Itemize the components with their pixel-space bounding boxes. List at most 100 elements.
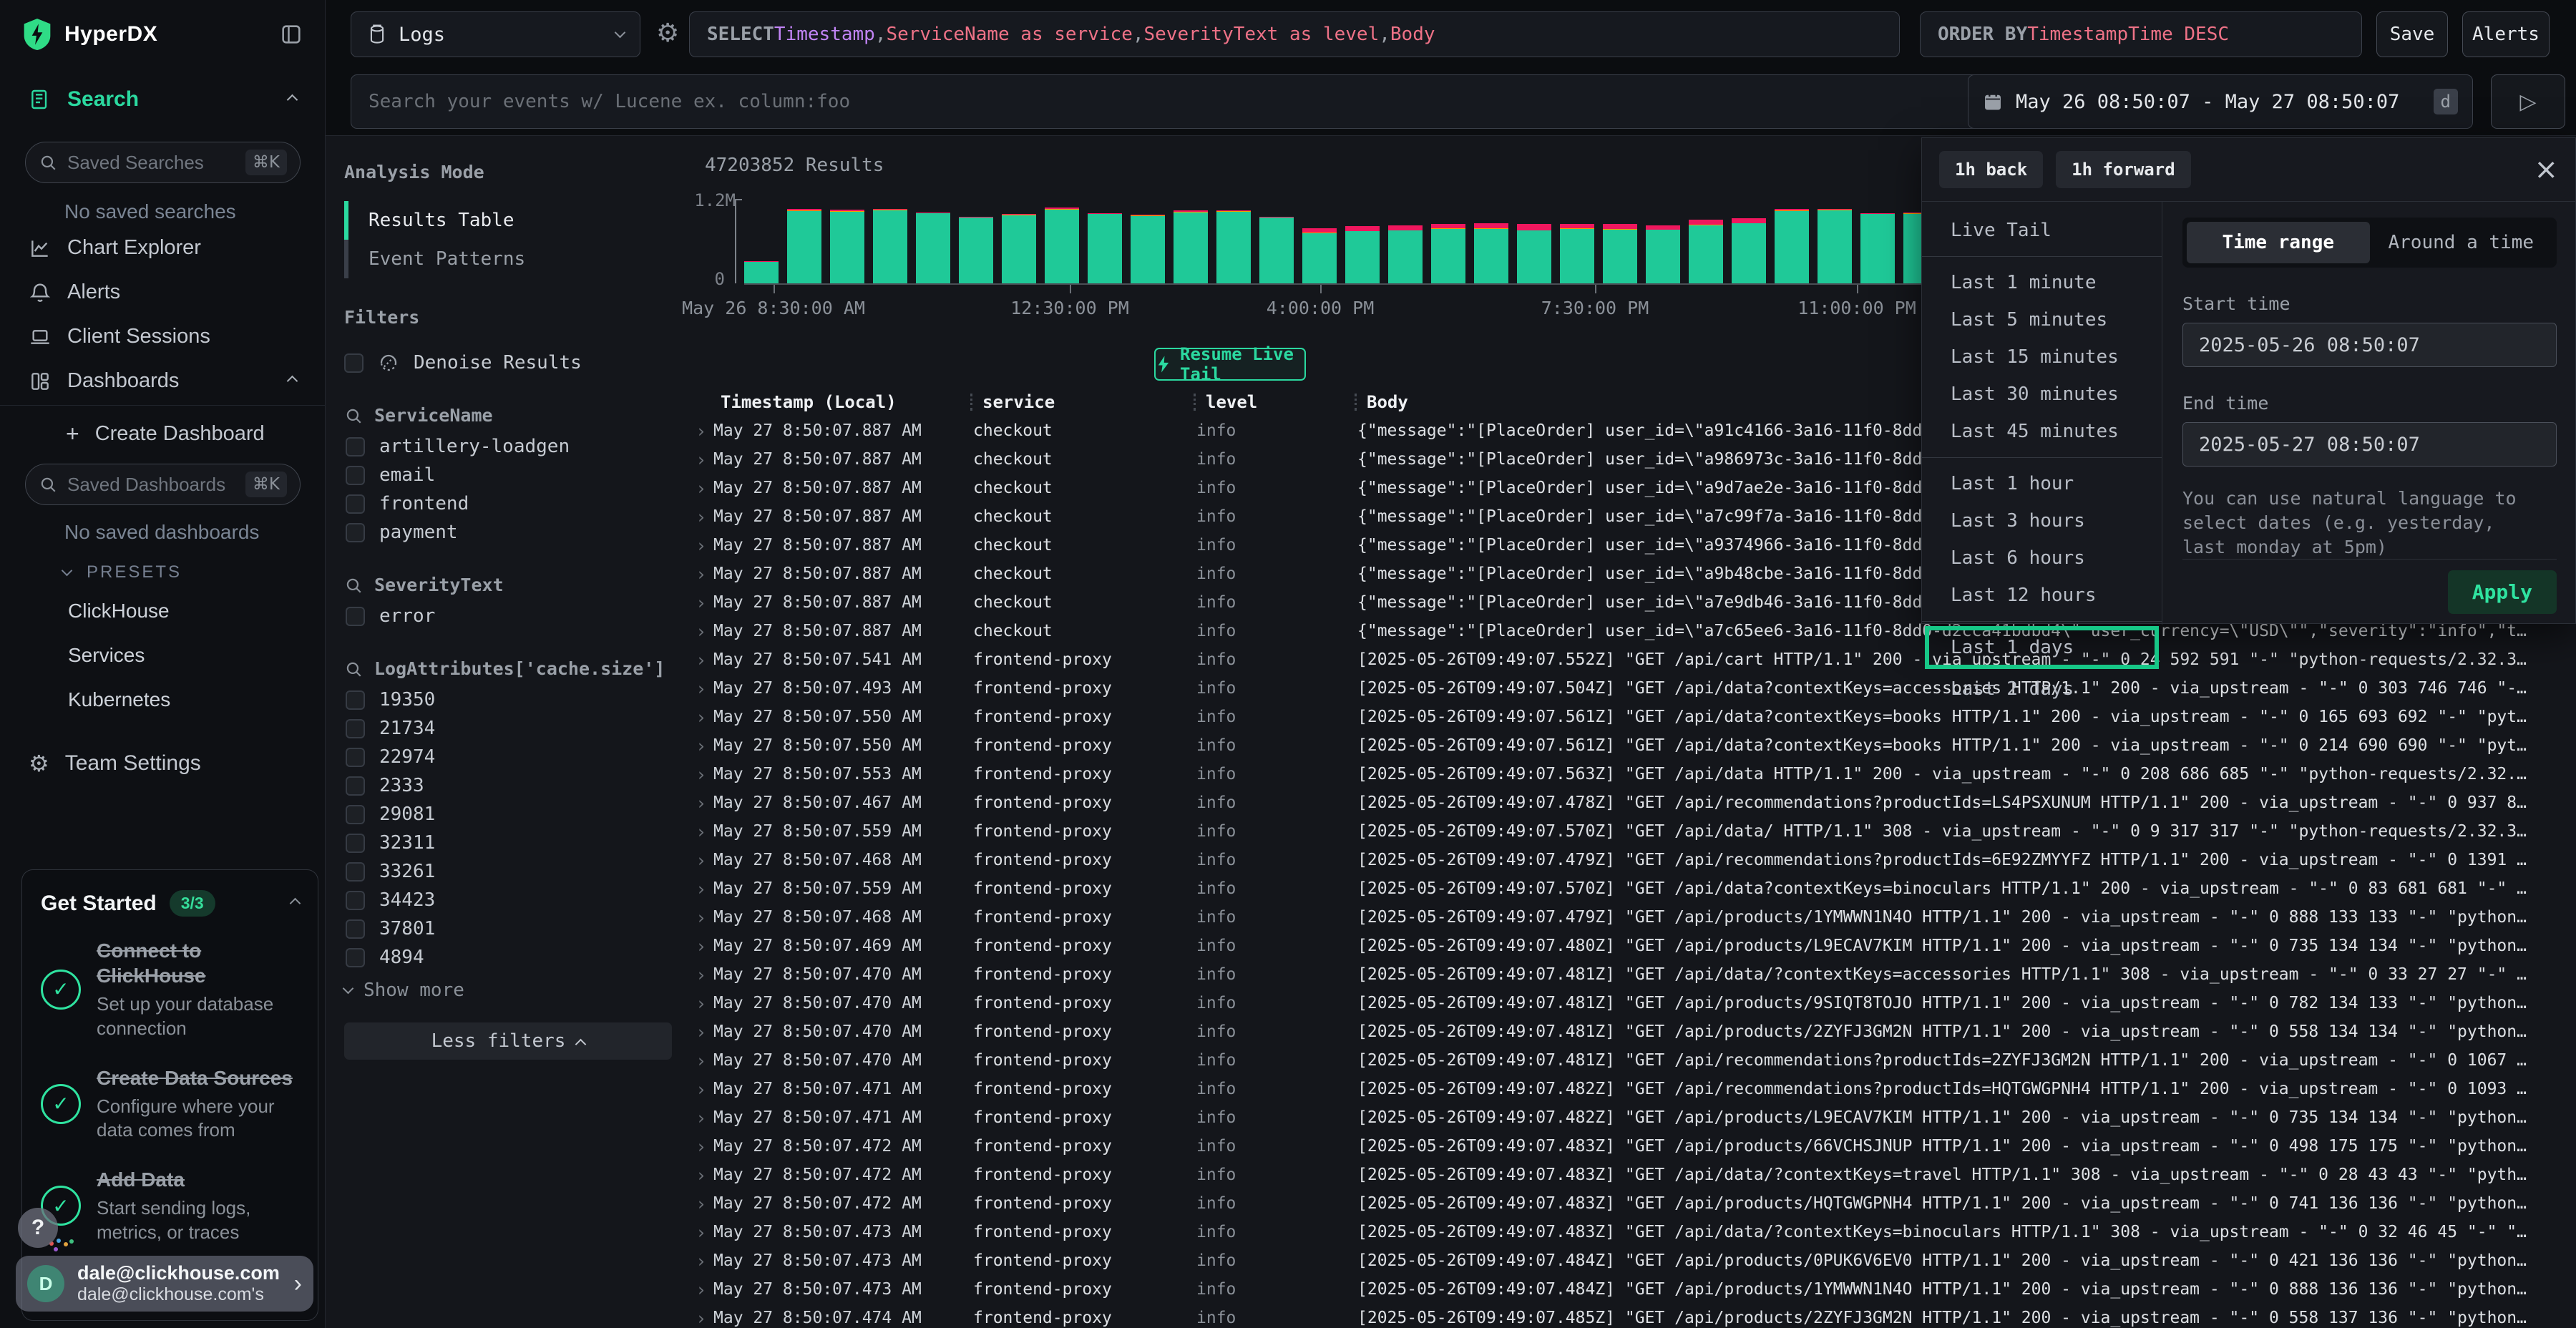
alerts-button[interactable]: Alerts <box>2462 11 2550 57</box>
sidebar-item-chart-explorer[interactable]: Chart Explorer <box>0 236 325 260</box>
filter-value-row[interactable]: 34423 <box>344 889 672 911</box>
shift-1h-forward-button[interactable]: 1h forward <box>2056 151 2191 188</box>
analysis-mode-event-patterns[interactable]: Event Patterns <box>348 240 672 278</box>
row-expand-icon[interactable]: › <box>691 1079 713 1100</box>
row-expand-icon[interactable]: › <box>691 793 713 814</box>
column-header-service[interactable]: service <box>982 392 1194 412</box>
table-row[interactable]: ›May 27 8:50:07.470 AMfrontend-proxyinfo… <box>691 989 2576 1017</box>
time-option-last-15-minutes[interactable]: Last 15 minutes <box>1922 338 2162 376</box>
table-row[interactable]: ›May 27 8:50:07.473 AMfrontend-proxyinfo… <box>691 1246 2576 1275</box>
row-expand-icon[interactable]: › <box>691 1108 713 1128</box>
tab-around-a-time[interactable]: Around a time <box>2370 222 2553 263</box>
filter-value-row[interactable]: 4894 <box>344 947 672 968</box>
row-expand-icon[interactable]: › <box>691 965 713 985</box>
time-option-last-1-days[interactable]: Last 1 days <box>1928 629 2156 666</box>
row-expand-icon[interactable]: › <box>691 678 713 699</box>
filter-checkbox[interactable] <box>346 862 365 882</box>
row-expand-icon[interactable]: › <box>691 449 713 470</box>
analysis-mode-results-table[interactable]: Results Table <box>348 201 672 240</box>
row-expand-icon[interactable]: › <box>691 535 713 556</box>
row-expand-icon[interactable]: › <box>691 936 713 957</box>
row-expand-icon[interactable]: › <box>691 478 713 499</box>
filter-value-row[interactable]: email <box>344 464 672 486</box>
sidebar-item-services[interactable]: Services <box>68 644 145 667</box>
search-icon[interactable] <box>344 406 363 425</box>
tab-time-range[interactable]: Time range <box>2187 222 2370 263</box>
table-row[interactable]: ›May 27 8:50:07.469 AMfrontend-proxyinfo… <box>691 932 2576 960</box>
select-query-input[interactable]: SELECT Timestamp, ServiceName as service… <box>689 11 1900 57</box>
filter-value-row[interactable]: 22974 <box>344 746 672 768</box>
column-resize-handle[interactable] <box>1355 394 1357 411</box>
date-range-input[interactable]: May 26 08:50:07 - May 27 08:50:07 d <box>1968 74 2473 129</box>
filter-value-row[interactable]: 19350 <box>344 689 672 711</box>
user-account-chip[interactable]: D dale@clickhouse.com dale@clickhouse.co… <box>16 1256 313 1312</box>
row-expand-icon[interactable]: › <box>691 564 713 585</box>
filter-checkbox[interactable] <box>346 607 365 626</box>
table-row[interactable]: ›May 27 8:50:07.470 AMfrontend-proxyinfo… <box>691 960 2576 989</box>
saved-searches-field[interactable] <box>67 152 235 174</box>
event-search-input[interactable] <box>369 91 2118 112</box>
sidebar-item-team-settings[interactable]: ⚙ Team Settings <box>0 750 325 777</box>
less-filters-button[interactable]: Less filters <box>344 1022 672 1060</box>
table-row[interactable]: ›May 27 8:50:07.473 AMfrontend-proxyinfo… <box>691 1218 2576 1246</box>
time-option-last-45-minutes[interactable]: Last 45 minutes <box>1922 413 2162 450</box>
row-expand-icon[interactable]: › <box>691 1222 713 1243</box>
filter-value-row[interactable]: 2333 <box>344 775 672 796</box>
time-option-live-tail[interactable]: Live Tail <box>1922 212 2162 249</box>
end-time-input[interactable] <box>2182 422 2557 467</box>
table-row[interactable]: ›May 27 8:50:07.473 AMfrontend-proxyinfo… <box>691 1275 2576 1304</box>
filter-value-row[interactable]: 29081 <box>344 804 672 825</box>
row-expand-icon[interactable]: › <box>691 850 713 871</box>
source-select[interactable]: Logs <box>351 11 640 57</box>
time-option-last-2-days[interactable]: Last 2 days <box>1922 670 2162 708</box>
table-row[interactable]: ›May 27 8:50:07.541 AMfrontend-proxyinfo… <box>691 645 2576 674</box>
table-row[interactable]: ›May 27 8:50:07.493 AMfrontend-proxyinfo… <box>691 674 2576 703</box>
filter-value-row[interactable]: error <box>344 605 672 627</box>
filter-checkbox[interactable] <box>346 719 365 738</box>
sidebar-item-alerts[interactable]: Alerts <box>0 280 325 304</box>
time-option-last-6-hours[interactable]: Last 6 hours <box>1922 540 2162 577</box>
column-header-level[interactable]: level <box>1206 392 1355 412</box>
table-row[interactable]: ›May 27 8:50:07.472 AMfrontend-proxyinfo… <box>691 1189 2576 1218</box>
filter-value-row[interactable]: frontend <box>344 493 672 514</box>
filter-checkbox[interactable] <box>346 776 365 796</box>
table-row[interactable]: ›May 27 8:50:07.468 AMfrontend-proxyinfo… <box>691 903 2576 932</box>
row-expand-icon[interactable]: › <box>691 764 713 785</box>
row-expand-icon[interactable]: › <box>691 1136 713 1157</box>
filter-value-row[interactable]: 37801 <box>344 918 672 939</box>
filter-checkbox[interactable] <box>346 948 365 967</box>
row-expand-icon[interactable]: › <box>691 707 713 728</box>
help-button[interactable]: ? <box>18 1208 58 1248</box>
sidebar-item-search[interactable]: Search <box>0 87 325 112</box>
collapse-sidebar-icon[interactable] <box>279 22 303 47</box>
orderby-query-input[interactable]: ORDER BY TimestampTime DESC <box>1920 11 2362 57</box>
row-expand-icon[interactable]: › <box>691 1251 713 1271</box>
filter-checkbox[interactable] <box>346 834 365 853</box>
filter-checkbox[interactable] <box>346 891 365 910</box>
filter-value-row[interactable]: artillery-loadgen <box>344 436 672 457</box>
table-row[interactable]: ›May 27 8:50:07.550 AMfrontend-proxyinfo… <box>691 703 2576 731</box>
shift-1h-back-button[interactable]: 1h back <box>1939 151 2043 188</box>
row-expand-icon[interactable]: › <box>691 879 713 899</box>
filter-checkbox[interactable] <box>346 494 365 514</box>
filter-checkbox[interactable] <box>346 748 365 767</box>
row-expand-icon[interactable]: › <box>691 1022 713 1043</box>
row-expand-icon[interactable]: › <box>691 1308 713 1328</box>
table-row[interactable]: ›May 27 8:50:07.471 AMfrontend-proxyinfo… <box>691 1075 2576 1103</box>
column-resize-handle[interactable] <box>1194 394 1196 411</box>
apply-button[interactable]: Apply <box>2448 570 2557 614</box>
filter-value-row[interactable]: 32311 <box>344 832 672 854</box>
table-row[interactable]: ›May 27 8:50:07.467 AMfrontend-proxyinfo… <box>691 788 2576 817</box>
row-expand-icon[interactable]: › <box>691 1193 713 1214</box>
filter-checkbox[interactable] <box>346 805 365 824</box>
row-expand-icon[interactable]: › <box>691 736 713 756</box>
table-row[interactable]: ›May 27 8:50:07.550 AMfrontend-proxyinfo… <box>691 731 2576 760</box>
source-settings-gear-icon[interactable]: ⚙ <box>656 19 679 48</box>
saved-dashboards-field[interactable] <box>67 474 235 496</box>
row-expand-icon[interactable]: › <box>691 421 713 441</box>
table-row[interactable]: ›May 27 8:50:07.474 AMfrontend-proxyinfo… <box>691 1304 2576 1328</box>
row-expand-icon[interactable]: › <box>691 621 713 642</box>
time-option-last-1-hour[interactable]: Last 1 hour <box>1922 465 2162 502</box>
sidebar-item-create-dashboard[interactable]: + Create Dashboard <box>0 421 325 447</box>
time-option-last-12-hours[interactable]: Last 12 hours <box>1922 577 2162 614</box>
